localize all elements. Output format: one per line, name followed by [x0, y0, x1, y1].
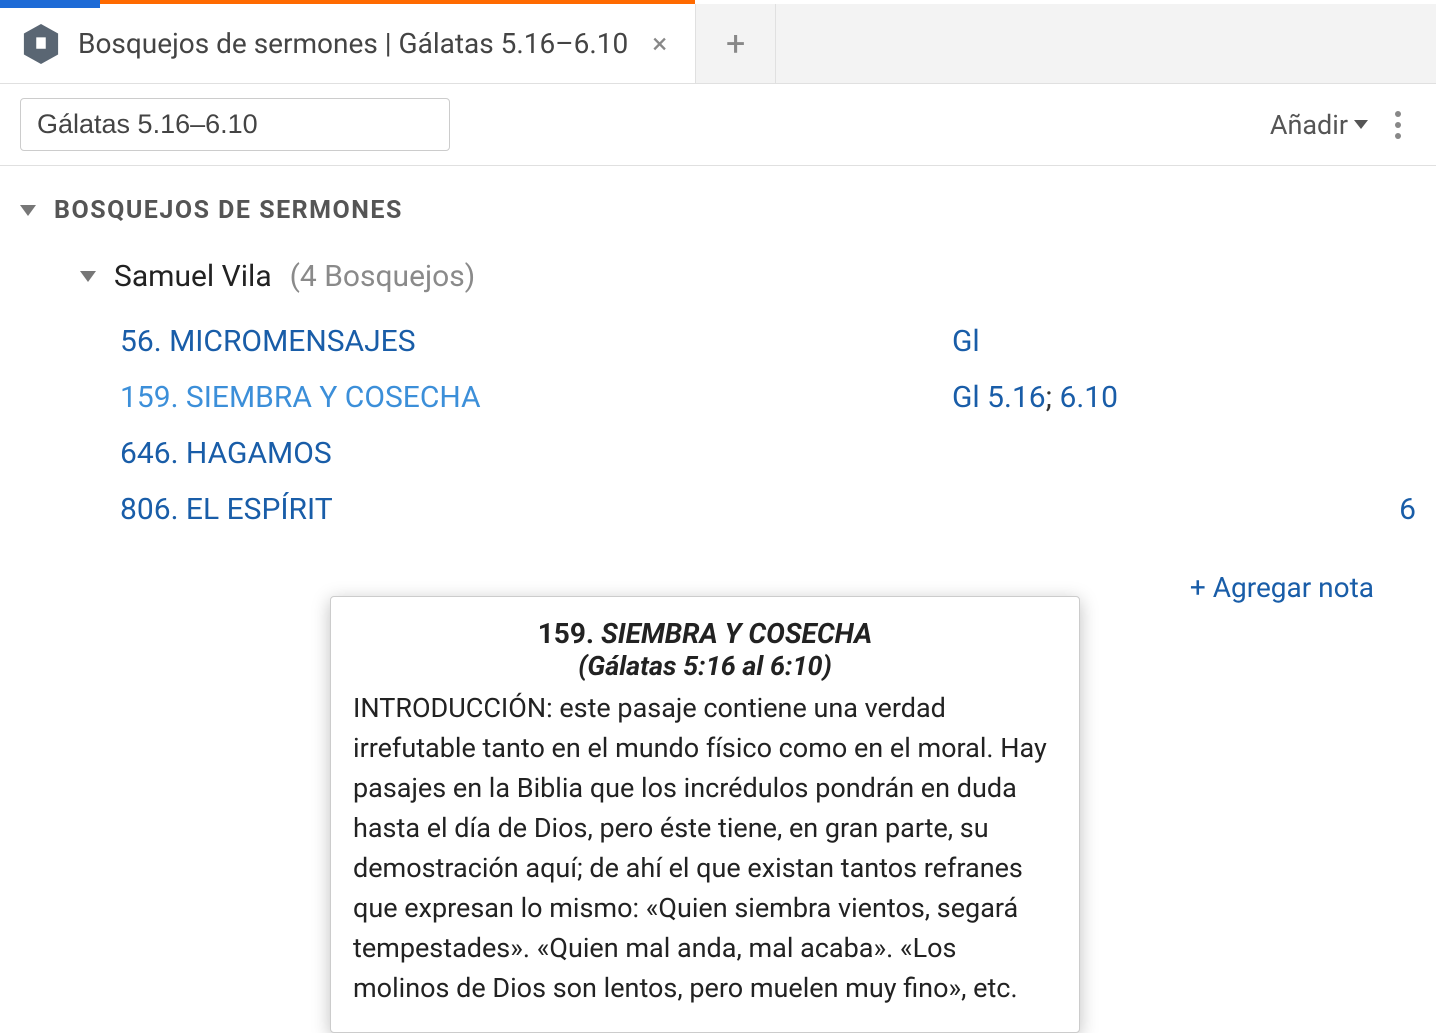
author-row[interactable]: Samuel Vila (4 Bosquejos) — [80, 259, 1416, 294]
section-header[interactable]: BOSQUEJOS DE SERMONES — [20, 196, 1416, 225]
book-icon — [22, 22, 60, 66]
more-menu-button[interactable] — [1380, 105, 1416, 145]
author-count: (4 Bosquejos) — [290, 259, 476, 294]
reference-link[interactable]: 6 — [1399, 482, 1416, 538]
list-item: 56. MICROMENSAJES Gl — [120, 314, 1416, 370]
list-item: 806. EL ESPÍRIT 6 — [120, 482, 1416, 538]
add-label: Añadir — [1270, 109, 1348, 141]
content-area: BOSQUEJOS DE SERMONES Samuel Vila (4 Bos… — [0, 166, 1436, 568]
preview-popover: 159. SIEMBRA Y COSECHA (Gálatas 5:16 al … — [330, 596, 1080, 1033]
popover-title: 159. SIEMBRA Y COSECHA — [353, 617, 1057, 650]
chevron-down-icon[interactable] — [80, 271, 96, 282]
chevron-down-icon — [1354, 120, 1368, 129]
tab-bar: Bosquejos de sermones | Gálatas 5.16–6.1… — [0, 4, 1436, 84]
tab-title: Bosquejos de sermones | Gálatas 5.16–6.1… — [78, 27, 628, 60]
outline-link[interactable]: 646. HAGAMOS — [120, 426, 940, 482]
section-title: BOSQUEJOS DE SERMONES — [54, 196, 403, 225]
add-note-button[interactable]: + Agregar nota — [1190, 571, 1374, 604]
add-dropdown[interactable]: Añadir — [1270, 109, 1368, 141]
popover-subtitle: (Gálatas 5:16 al 6:10) — [353, 650, 1057, 682]
ref-separator: ; — [1046, 380, 1060, 415]
toolbar: Añadir — [0, 84, 1436, 166]
popover-title-text: SIEMBRA Y COSECHA — [601, 617, 872, 650]
reference-group: Gl 5.16; 6.10 — [952, 370, 1118, 426]
popover-body: INTRODUCCIÓN: este pasaje contiene una v… — [353, 688, 1057, 1008]
reference-link[interactable]: 6.10 — [1059, 380, 1118, 415]
close-icon[interactable]: × — [646, 23, 673, 64]
new-tab-button[interactable]: + — [696, 4, 776, 83]
outline-link[interactable]: 56. MICROMENSAJES — [120, 314, 940, 370]
list-item: 159. SIEMBRA Y COSECHA Gl 5.16; 6.10 — [120, 370, 1416, 426]
reference-link[interactable]: Gl — [952, 314, 980, 370]
list-item: 646. HAGAMOS — [120, 426, 1416, 482]
author-name: Samuel Vila — [114, 259, 272, 294]
popover-title-number: 159. — [538, 617, 601, 650]
outline-link[interactable]: 806. EL ESPÍRIT — [120, 482, 940, 538]
loading-indicator — [0, 0, 100, 8]
reference-input[interactable] — [20, 98, 450, 151]
outline-list: 56. MICROMENSAJES Gl 159. SIEMBRA Y COSE… — [120, 314, 1416, 538]
outline-link[interactable]: 159. SIEMBRA Y COSECHA — [120, 370, 940, 426]
tab-active[interactable]: Bosquejos de sermones | Gálatas 5.16–6.1… — [0, 4, 696, 83]
reference-link[interactable]: Gl 5.16 — [952, 380, 1046, 415]
chevron-down-icon[interactable] — [20, 205, 36, 216]
